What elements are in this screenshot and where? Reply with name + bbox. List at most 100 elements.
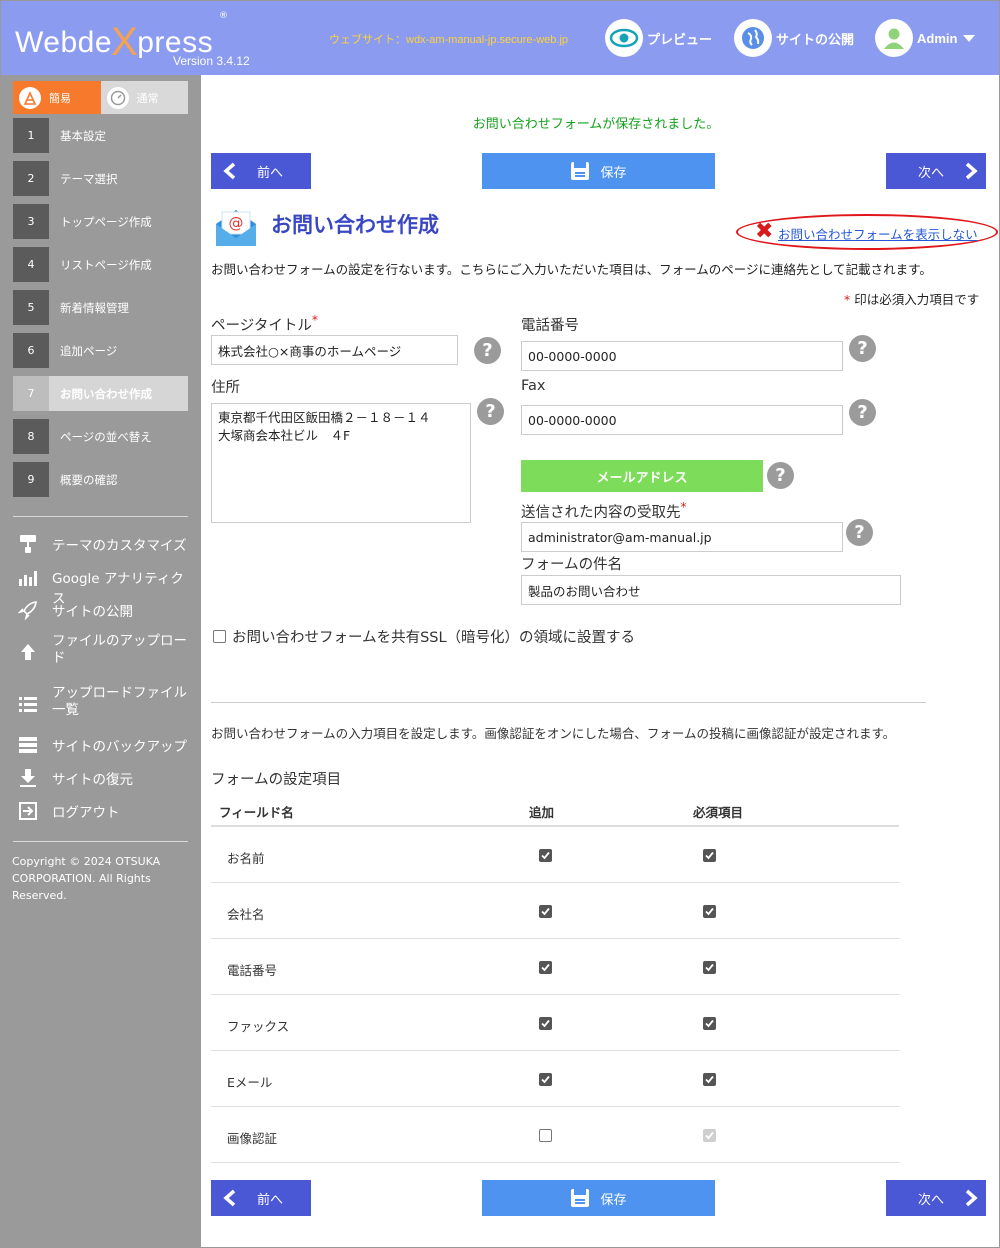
- sidebar-step-4[interactable]: 4 リストページ作成: [13, 247, 188, 282]
- required-checkbox[interactable]: [703, 1017, 716, 1030]
- intro-text: お問い合わせフォームの設定を行ないます。こちらにご入力いただいた項目は、フォーム…: [211, 262, 932, 277]
- required-note: * 印は必須入力項目です: [844, 292, 980, 307]
- add-checkbox[interactable]: [539, 905, 552, 918]
- version-label: Version 3.4.12: [173, 54, 250, 68]
- page-title-input[interactable]: 株式会社○×商事のホームページ: [211, 335, 458, 365]
- chevron-right-icon: [964, 1189, 978, 1207]
- gauge-icon: [106, 86, 129, 109]
- add-checkbox[interactable]: [539, 1129, 552, 1142]
- sidebar-step-2[interactable]: 2 テーマ選択: [13, 161, 188, 196]
- user-icon: [875, 19, 913, 57]
- preview-button[interactable]: プレビュー: [605, 18, 712, 58]
- email-address-button[interactable]: メールアドレス: [521, 460, 763, 492]
- sidebar-step-9[interactable]: 9 概要の確認: [13, 462, 188, 497]
- sidebar-step-6[interactable]: 6 追加ページ: [13, 333, 188, 368]
- sidebar-site-restore[interactable]: サイトの復元: [17, 768, 192, 788]
- sidebar-uploaded-files[interactable]: アップロードファイル一覧: [17, 685, 192, 719]
- mode-tabs: 簡易 通常: [13, 81, 188, 114]
- help-icon[interactable]: ?: [474, 337, 501, 364]
- required-checkbox[interactable]: [703, 1073, 716, 1086]
- save-button-bottom[interactable]: 保存: [482, 1180, 715, 1216]
- field-name: ファックス: [227, 1019, 290, 1034]
- next-button-bottom[interactable]: 次へ: [886, 1180, 986, 1216]
- logout-icon: [17, 801, 39, 821]
- save-success-message: お問い合わせフォームが保存されました。: [472, 117, 720, 132]
- paint-roller-icon: [17, 534, 39, 554]
- field-name: Eメール: [227, 1075, 273, 1090]
- subject-input[interactable]: 製品のお問い合わせ: [521, 575, 901, 605]
- table-header: フィールド名 追加 必須項目: [211, 791, 899, 827]
- floppy-disk-icon: [570, 161, 590, 181]
- field-name: 会社名: [227, 907, 265, 922]
- sidebar-theme-customize[interactable]: テーマのカスタマイズ: [17, 534, 192, 554]
- subject-label: フォームの件名: [521, 557, 623, 573]
- add-checkbox[interactable]: [539, 1017, 552, 1030]
- download-icon: [17, 768, 39, 788]
- field-name: 電話番号: [227, 963, 278, 978]
- required-checkbox[interactable]: [703, 849, 716, 862]
- prev-button[interactable]: 前へ: [211, 153, 311, 189]
- col-add: 追加: [529, 805, 555, 820]
- website-url[interactable]: ウェブサイト：wdx-am-manual-jp.secure-web.jp: [329, 31, 568, 47]
- prev-button-bottom[interactable]: 前へ: [211, 1180, 311, 1216]
- fields-table: フィールド名 追加 必須項目 お名前会社名電話番号ファックス Eメール画像認証: [211, 791, 899, 1163]
- sidebar-step-3[interactable]: 3 トップページ作成: [13, 204, 188, 239]
- ssl-checkbox[interactable]: [213, 630, 226, 643]
- sidebar-file-upload[interactable]: ファイルのアップロード: [17, 633, 192, 667]
- required-checkbox[interactable]: [703, 905, 716, 918]
- fax-input[interactable]: 00-0000-0000: [521, 405, 843, 435]
- section-divider: [211, 702, 926, 703]
- required-checkbox: [703, 1129, 716, 1142]
- save-button[interactable]: 保存: [482, 153, 715, 189]
- wizard-icon: [19, 86, 41, 109]
- page-title: お問い合わせ作成: [271, 213, 439, 237]
- field-name: 画像認証: [227, 1131, 278, 1146]
- help-icon[interactable]: ?: [846, 519, 873, 546]
- address-textarea[interactable]: 東京都千代田区飯田橋２－１８－１４ 大塚商会本社ビル ４F: [211, 403, 471, 523]
- help-icon[interactable]: ?: [849, 335, 876, 362]
- chevron-left-icon: [223, 1189, 237, 1207]
- sidebar-site-publish[interactable]: サイトの公開: [17, 600, 192, 620]
- recipient-input[interactable]: administrator@am-manual.jp: [521, 522, 843, 552]
- help-icon[interactable]: ?: [767, 462, 794, 489]
- next-button[interactable]: 次へ: [886, 153, 986, 189]
- sidebar-divider: [13, 516, 188, 517]
- sidebar: 簡易 通常 1 基本設定 2 テーマ選択 3 トップページ作成 4 リストページ作成 5…: [1, 75, 201, 1247]
- sidebar-step-7[interactable]: 7 お問い合わせ作成: [13, 376, 188, 411]
- admin-menu[interactable]: Admin: [875, 18, 976, 58]
- table-row: 画像認証: [211, 1107, 899, 1163]
- hide-form-link[interactable]: お問い合わせフォームを表示しない: [778, 224, 978, 243]
- sidebar-step-5[interactable]: 5 新着情報管理: [13, 290, 188, 325]
- help-icon[interactable]: ?: [477, 398, 504, 425]
- page-title-label: ページタイトル*: [211, 313, 318, 334]
- registered-mark: ®: [219, 11, 228, 21]
- help-icon[interactable]: ?: [849, 399, 876, 426]
- phone-input[interactable]: 00-0000-0000: [521, 341, 843, 371]
- sidebar-logout[interactable]: ログアウト: [17, 801, 192, 821]
- fax-label: Fax: [521, 378, 546, 394]
- table-row: ファックス: [211, 995, 899, 1051]
- required-checkbox[interactable]: [703, 961, 716, 974]
- recipient-label: 送信された内容の受取先*: [521, 500, 687, 521]
- sidebar-site-backup[interactable]: サイトのバックアップ: [17, 735, 192, 755]
- table-row: お名前: [211, 827, 899, 883]
- col-required: 必須項目: [693, 805, 744, 820]
- mail-at-icon: @: [214, 206, 258, 248]
- table-body: お名前会社名電話番号ファックス Eメール画像認証: [211, 827, 899, 1163]
- sidebar-step-8[interactable]: 8 ページの並べ替え: [13, 419, 188, 454]
- add-checkbox[interactable]: [539, 849, 552, 862]
- address-label: 住所: [211, 380, 240, 396]
- svg-text:@: @: [229, 214, 244, 232]
- app-header: WebdeXpress ® Version 3.4.12 ウェブサイト：wdx-…: [1, 1, 999, 75]
- tab-simple-mode[interactable]: 簡易: [13, 81, 101, 114]
- form-settings-heading: フォームの設定項目: [211, 772, 342, 788]
- server-icon: [17, 735, 39, 755]
- tab-normal-mode[interactable]: 通常: [100, 81, 188, 114]
- field-name: お名前: [227, 851, 265, 866]
- sidebar-step-1[interactable]: 1 基本設定: [13, 118, 188, 153]
- publish-button[interactable]: サイトの公開: [734, 18, 854, 58]
- ssl-option: お問い合わせフォームを共有SSL（暗号化）の領域に設置する: [213, 626, 635, 647]
- floppy-disk-icon: [570, 1188, 590, 1208]
- add-checkbox[interactable]: [539, 961, 552, 974]
- add-checkbox[interactable]: [539, 1073, 552, 1086]
